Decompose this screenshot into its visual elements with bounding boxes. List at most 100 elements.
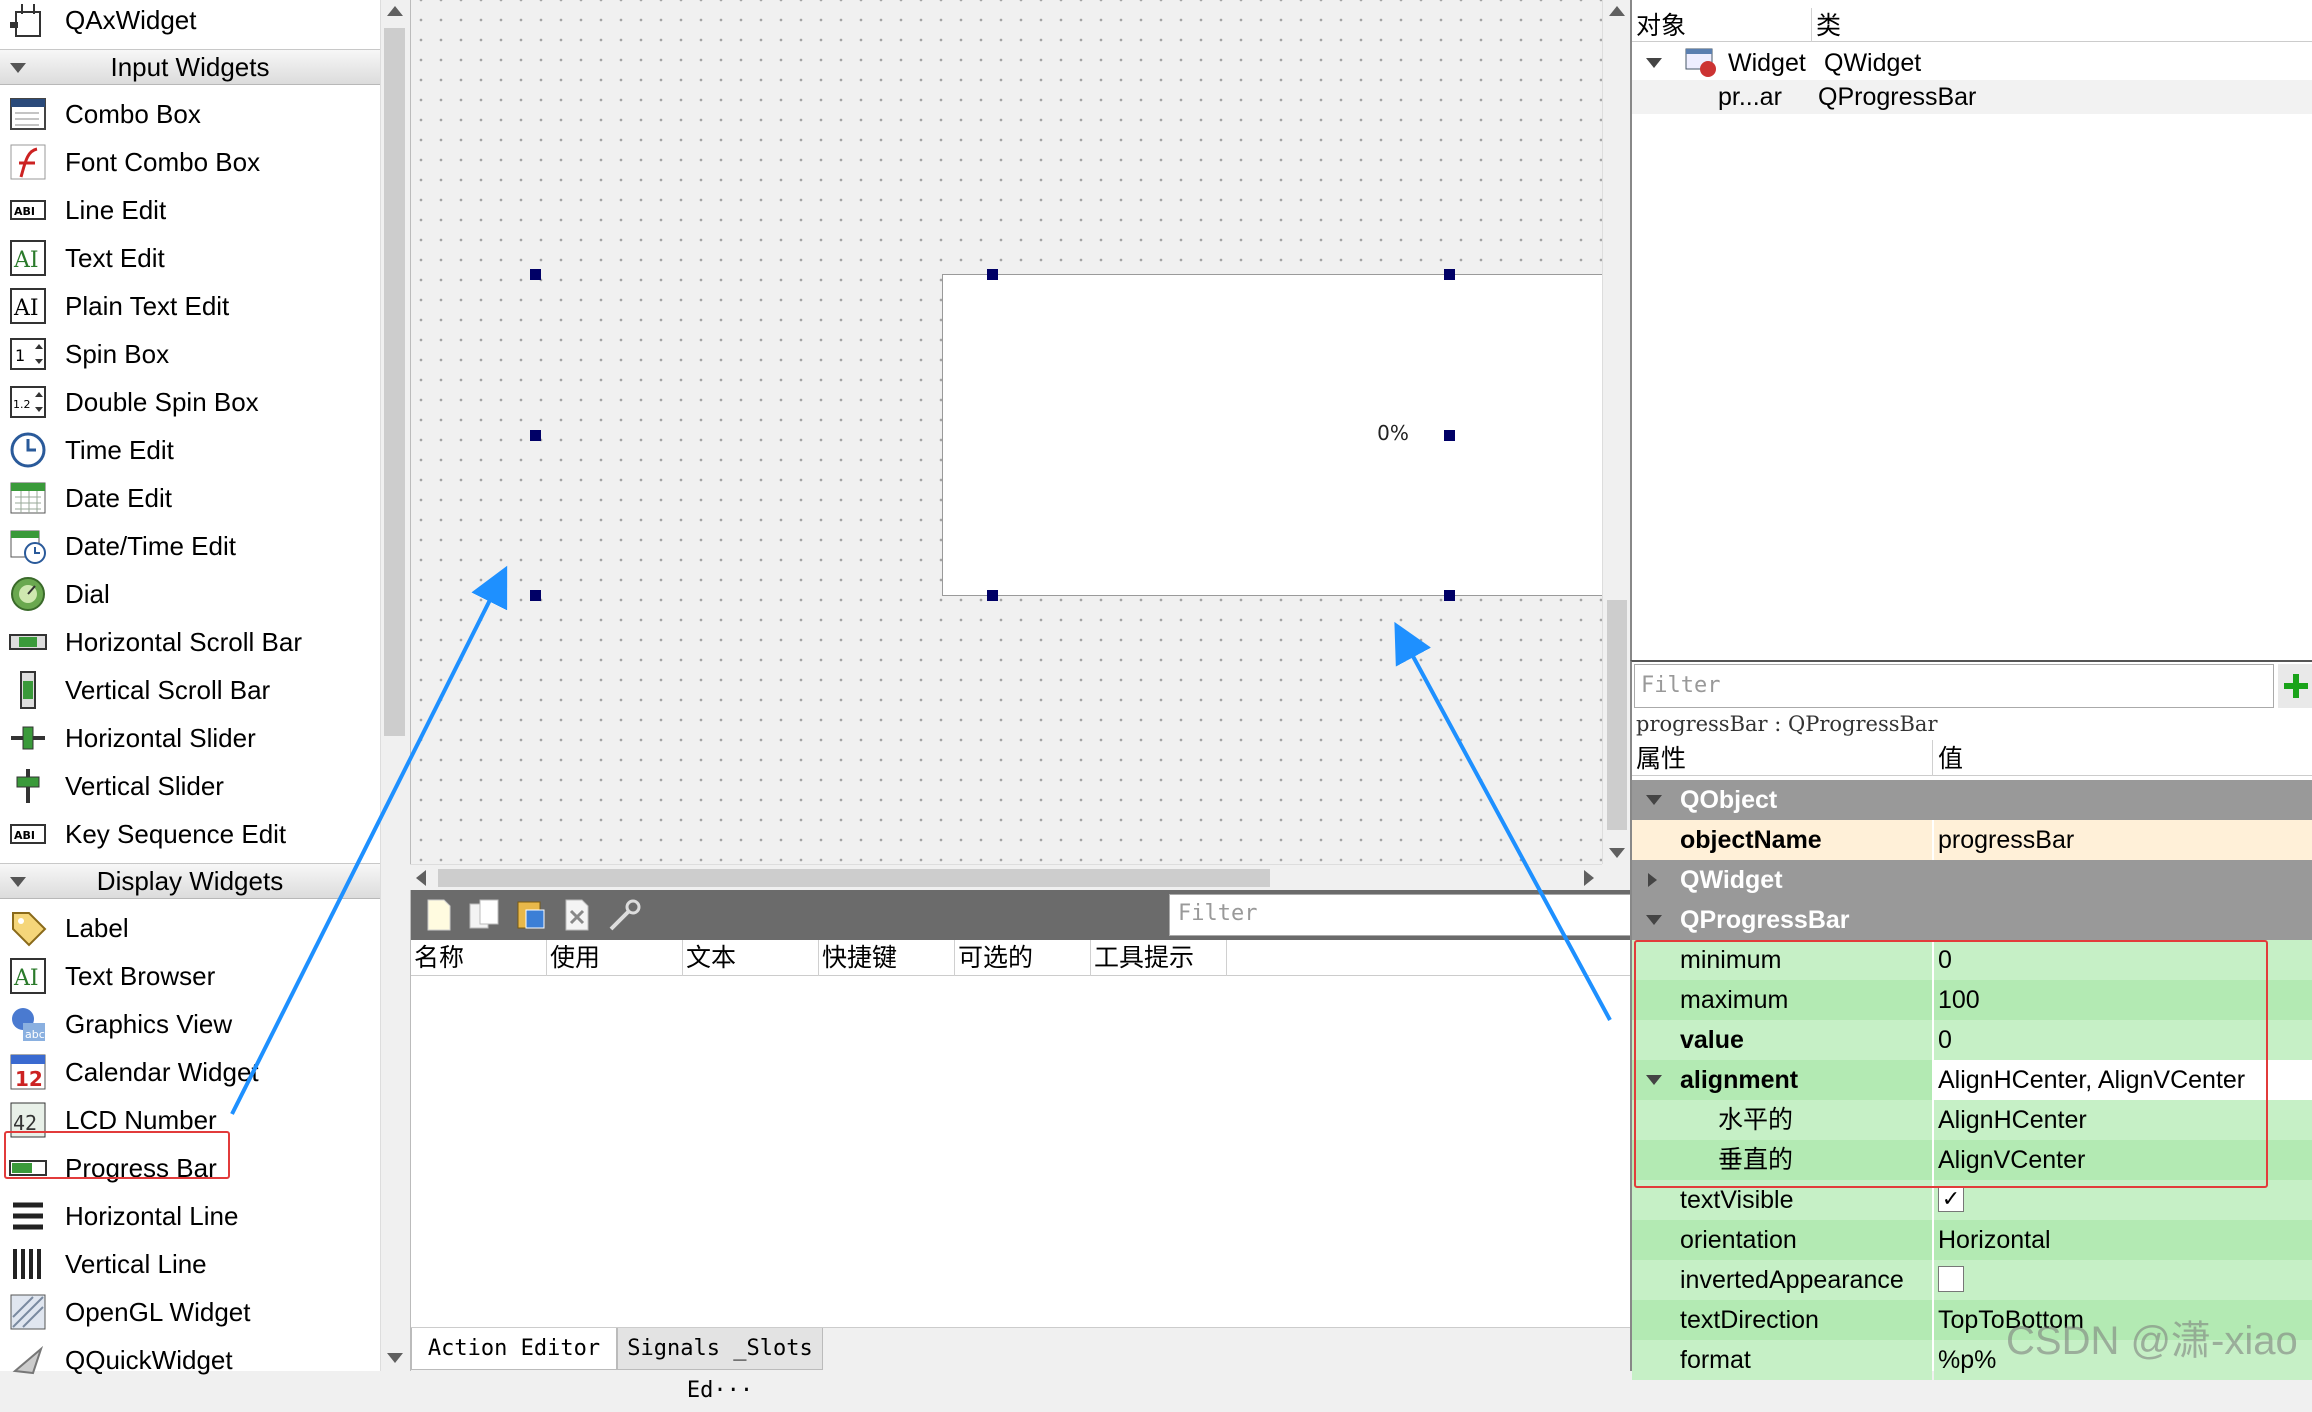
prop-invertedappearance[interactable]: invertedAppearance <box>1632 1260 2312 1300</box>
widget-item-vertical-slider[interactable]: Vertical Slider <box>0 762 380 810</box>
group-qwidget[interactable]: QWidget <box>1632 860 2312 900</box>
widget-item-label: Combo Box <box>65 98 201 129</box>
property-filter-input[interactable]: Filter <box>1634 664 2274 708</box>
object-class: QWidget <box>1824 48 1922 77</box>
widget-item-plain-text-edit[interactable]: AI Plain Text Edit <box>0 282 380 330</box>
widget-item-double-spin-box[interactable]: 1.2 Double Spin Box <box>0 378 380 426</box>
canvas-horizontal-scrollbar[interactable] <box>410 864 1602 890</box>
dial-icon <box>8 574 48 614</box>
category-display-widgets[interactable]: Display Widgets <box>0 863 380 899</box>
widget-item-label: Text Browser <box>65 960 216 991</box>
double-spin-box-icon: 1.2 <box>8 382 48 422</box>
widget-item-spin-box[interactable]: 1 Spin Box <box>0 330 380 378</box>
scroll-up-arrow-icon[interactable] <box>387 6 403 16</box>
scrollbar-thumb[interactable] <box>1607 600 1627 830</box>
resize-handle-bottom[interactable] <box>987 590 998 601</box>
widget-object-icon <box>1684 45 1720 81</box>
copy-action-icon[interactable] <box>467 897 503 933</box>
column-header[interactable]: 使用 <box>547 940 683 976</box>
widget-item-label: Horizontal Slider <box>65 722 256 753</box>
widget-item-date-edit[interactable]: Date Edit <box>0 474 380 522</box>
widget-item-key-sequence-edit[interactable]: ABI Key Sequence Edit <box>0 810 380 858</box>
textvisible-checkbox[interactable]: ✓ <box>1938 1186 1964 1213</box>
widget-item-qquickwidget[interactable]: QQuickWidget <box>0 1336 380 1384</box>
key-sequence-edit-icon: ABI <box>8 814 48 854</box>
widget-item-label[interactable]: Label <box>0 904 380 952</box>
scroll-up-arrow-icon[interactable] <box>1609 6 1625 16</box>
form-canvas[interactable]: 0% <box>410 0 1844 864</box>
widget-item-vertical-scroll-bar[interactable]: Vertical Scroll Bar <box>0 666 380 714</box>
opengl-widget-icon <box>8 1292 48 1332</box>
column-header[interactable]: 快捷键 <box>819 940 955 976</box>
column-separator <box>1932 740 1933 776</box>
column-header[interactable]: 可选的 <box>955 940 1091 976</box>
vertical-slider-icon <box>8 766 48 806</box>
group-qprogressbar[interactable]: QProgressBar <box>1632 900 2312 940</box>
widget-item-qaxwidget[interactable]: QAxWidget <box>0 0 380 44</box>
column-object: 对象 <box>1632 8 1812 42</box>
calendar-widget-icon: 12 <box>8 1052 48 1092</box>
group-qobject[interactable]: QObject <box>1632 780 2312 820</box>
column-header[interactable]: 工具提示 <box>1091 940 1227 976</box>
widget-item-dial[interactable]: Dial <box>0 570 380 618</box>
resize-handle-bottom-right[interactable] <box>1444 590 1455 601</box>
action-table-header: 名称 使用 文本 快捷键 可选的 工具提示 <box>411 940 1631 976</box>
category-input-widgets[interactable]: Input Widgets <box>0 49 380 85</box>
action-filter-input[interactable]: Filter <box>1169 894 1631 936</box>
widget-box-scrollbar[interactable] <box>380 0 408 1371</box>
widget-item-text-edit[interactable]: AI Text Edit <box>0 234 380 282</box>
widget-item-horizontal-line[interactable]: Horizontal Line <box>0 1192 380 1240</box>
new-action-icon[interactable] <box>421 897 457 933</box>
widget-item-combo-box[interactable]: Combo Box <box>0 90 380 138</box>
widget-item-label: Graphics View <box>65 1008 233 1039</box>
chevron-down-icon[interactable] <box>1646 58 1662 68</box>
scroll-right-arrow-icon[interactable] <box>1584 870 1594 886</box>
invertedappearance-checkbox[interactable] <box>1938 1266 1964 1293</box>
scrollbar-thumb[interactable] <box>384 28 405 736</box>
resize-handle-right[interactable] <box>1444 430 1455 441</box>
paste-action-icon[interactable] <box>513 897 549 933</box>
object-row-progressbar[interactable]: pr...ar QProgressBar <box>1632 80 2312 114</box>
scrollbar-thumb[interactable] <box>438 869 1270 887</box>
widget-item-graphics-view[interactable]: abc Graphics View <box>0 1000 380 1048</box>
tab-action-editor[interactable]: Action Editor <box>411 1328 617 1370</box>
widget-item-label: Key Sequence Edit <box>65 818 287 849</box>
widget-item-horizontal-scroll-bar[interactable]: Horizontal Scroll Bar <box>0 618 380 666</box>
column-header[interactable]: 文本 <box>683 940 819 976</box>
widget-item-opengl-widget[interactable]: OpenGL Widget <box>0 1288 380 1336</box>
object-row-widget[interactable]: Widget QWidget <box>1632 46 2312 80</box>
svg-text:AI: AI <box>13 296 39 321</box>
widget-item-label: Plain Text Edit <box>65 290 230 321</box>
resize-handle-top-left[interactable] <box>530 269 541 280</box>
widget-item-label: Dial <box>65 578 110 609</box>
scroll-left-arrow-icon[interactable] <box>416 870 426 886</box>
widget-item-time-edit[interactable]: Time Edit <box>0 426 380 474</box>
scroll-down-arrow-icon[interactable] <box>1609 848 1625 858</box>
add-property-button[interactable] <box>2278 664 2312 708</box>
widget-item-label: Time Edit <box>65 434 174 465</box>
resize-handle-top[interactable] <box>987 269 998 280</box>
resize-handle-left[interactable] <box>530 430 541 441</box>
widget-item-vertical-line[interactable]: Vertical Line <box>0 1240 380 1288</box>
configure-icon[interactable] <box>607 897 643 933</box>
prop-orientation[interactable]: orientation Horizontal <box>1632 1220 2312 1260</box>
resize-handle-top-right[interactable] <box>1444 269 1455 280</box>
widget-item-line-edit[interactable]: ABI Line Edit <box>0 186 380 234</box>
column-header[interactable]: 名称 <box>411 940 547 976</box>
prop-objectname[interactable]: objectName progressBar <box>1632 820 2312 860</box>
widget-item-text-browser[interactable]: AI Text Browser <box>0 952 380 1000</box>
canvas-vertical-scrollbar[interactable] <box>1602 0 1630 864</box>
widget-item-horizontal-slider[interactable]: Horizontal Slider <box>0 714 380 762</box>
chevron-down-icon[interactable] <box>1646 1075 1662 1085</box>
widget-item-font-combo-box[interactable]: Font Combo Box <box>0 138 380 186</box>
delete-action-icon[interactable] <box>559 897 595 933</box>
object-name: pr...ar <box>1718 82 1782 111</box>
resize-handle-bottom-left[interactable] <box>530 590 541 601</box>
widget-item-calendar-widget[interactable]: 12 Calendar Widget <box>0 1048 380 1096</box>
graphics-view-icon: abc <box>8 1004 48 1044</box>
scroll-down-arrow-icon[interactable] <box>387 1353 403 1363</box>
tab-signals-slots-editor[interactable]: Signals _Slots Ed··· <box>617 1328 823 1403</box>
widget-item-label: Line Edit <box>65 194 167 225</box>
qprogressbar-properties-highlight-box <box>1634 940 2268 1188</box>
widget-item-date-time-edit[interactable]: Date/Time Edit <box>0 522 380 570</box>
